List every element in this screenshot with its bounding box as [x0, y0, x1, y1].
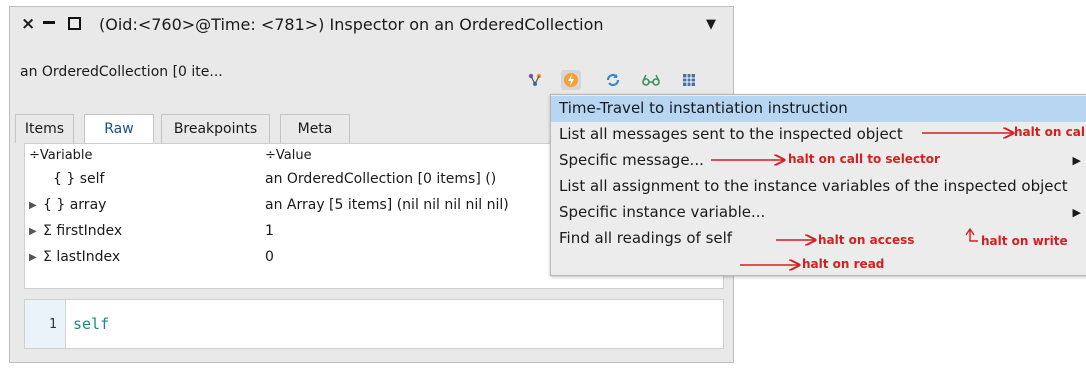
annotation-arrows [711, 0, 1086, 369]
annotation-halt-on-write: halt on write [981, 234, 1068, 248]
annotation-halt-on-selector: halt on call to selector [788, 152, 940, 166]
annotation-halt-on-read: halt on read [802, 257, 885, 271]
annotation-halt-on-access: halt on access [818, 233, 915, 247]
annotation-halt-on-call: halt on call [1014, 125, 1086, 139]
